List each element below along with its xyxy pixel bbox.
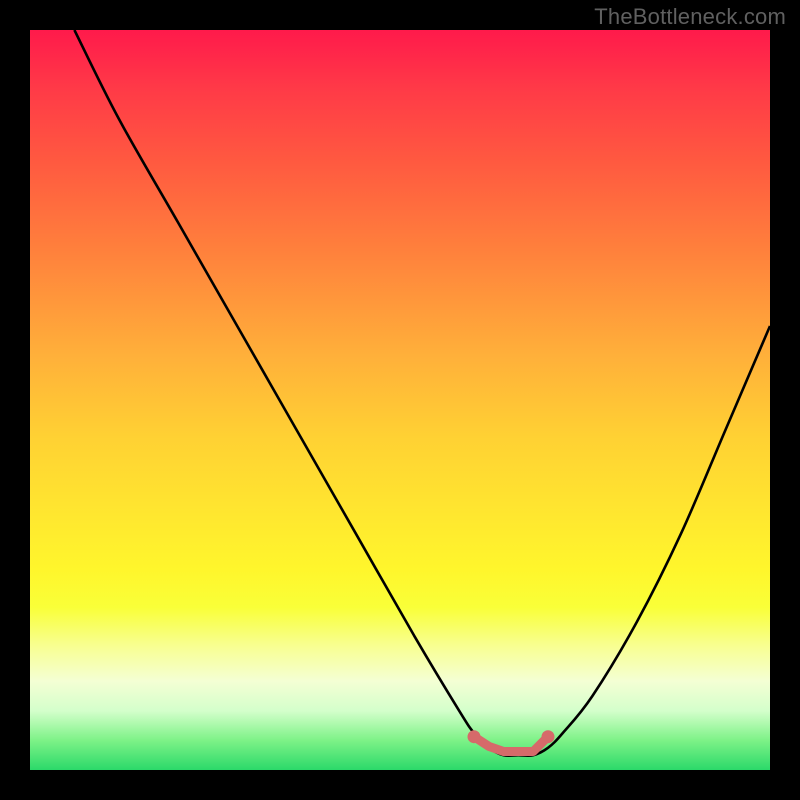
optimal-range-endpoint: [542, 730, 555, 743]
chart-container: TheBottleneck.com: [0, 0, 800, 800]
bottleneck-curve-path: [74, 30, 770, 756]
optimal-range-path: [474, 737, 548, 752]
plot-area: [30, 30, 770, 770]
watermark-text: TheBottleneck.com: [594, 4, 786, 30]
plot-svg: [30, 30, 770, 770]
optimal-range-group: [468, 730, 555, 751]
optimal-range-endpoint: [468, 730, 481, 743]
plot-frame: [0, 0, 800, 800]
